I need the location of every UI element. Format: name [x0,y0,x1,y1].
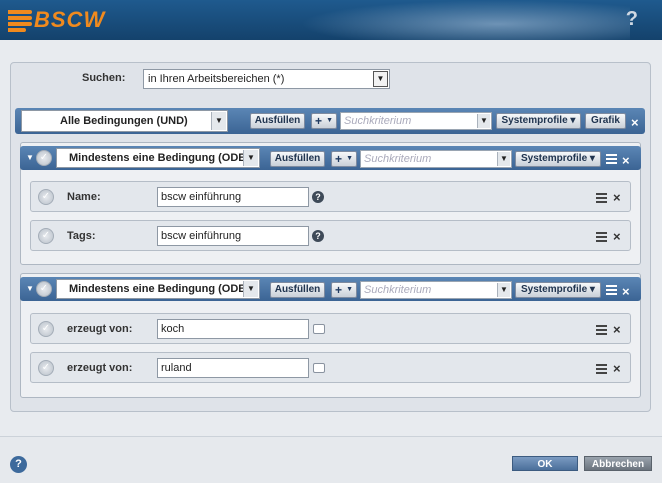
chevron-down-icon[interactable]: ▼ [211,112,226,130]
check-icon[interactable]: ✓ [38,228,54,244]
collapse-icon[interactable]: ▼ [26,284,34,293]
main-condition-value: Alle Bedingungen (UND) [60,115,188,127]
help-icon[interactable]: ? [626,8,638,31]
criterion-label: erzeugt von: [67,323,133,335]
fill-button[interactable]: Ausfüllen [250,113,305,129]
search-scope-label: Suchen: [82,72,126,84]
criterion-select[interactable]: Suchkriterium ▼ [360,150,512,168]
criterion-select[interactable]: Suchkriterium ▼ [360,281,512,299]
menu-icon[interactable] [596,232,607,242]
menu-icon[interactable] [596,364,607,374]
criterion-value-field[interactable]: koch [157,319,309,339]
close-icon[interactable]: × [622,285,630,298]
fill-button[interactable]: Ausfüllen [270,282,325,298]
criterion-placeholder: Suchkriterium [364,284,432,296]
criterion-label: erzeugt von: [67,362,133,374]
add-criterion-button[interactable]: + ▼ [331,282,357,298]
criterion-placeholder: Suchkriterium [344,115,412,127]
system-profiles-button[interactable]: Systemprofile ▾ [515,151,601,167]
graphic-button[interactable]: Grafik [585,113,626,129]
comment-icon[interactable] [313,324,325,334]
check-icon[interactable]: ✓ [38,360,54,376]
criterion-placeholder: Suchkriterium [364,153,432,165]
logo-mark-icon [8,9,32,32]
bscw-logo: BSCW [8,7,106,32]
close-icon[interactable]: × [613,230,621,243]
logo-text: BSCW [34,7,106,32]
system-profiles-label: Systemprofile [521,153,588,164]
menu-icon[interactable] [606,285,617,295]
search-scope-select[interactable]: in Ihren Arbeitsbereichen (*) ▼ [143,69,390,89]
add-criterion-button[interactable]: + ▼ [331,151,357,167]
criterion-row: ✓ Tags: bscw einführung ? × [30,220,631,251]
criterion-value-field[interactable]: bscw einführung [157,187,309,207]
close-icon[interactable]: × [613,362,621,375]
check-icon[interactable]: ✓ [38,321,54,337]
check-icon[interactable]: ✓ [36,281,52,297]
criterion-row: ✓ erzeugt von: ruland × [30,352,631,383]
system-profiles-button[interactable]: Systemprofile ▾ [496,113,581,129]
criterion-select[interactable]: Suchkriterium ▼ [340,112,492,130]
criterion-row: ✓ erzeugt von: koch × [30,313,631,344]
criterion-value-field[interactable]: ruland [157,358,309,378]
group-2-condition-value: Mindestens eine Bedingung (ODER) [69,283,258,295]
menu-icon[interactable] [596,325,607,335]
cancel-button[interactable]: Abbrechen [584,456,652,471]
chevron-down-icon[interactable]: ▼ [497,283,510,297]
globe-banner [300,0,630,40]
group-1-condition-value: Mindestens eine Bedingung (ODER) [69,152,258,164]
criterion-row: ✓ Name: bscw einführung ? × [30,181,631,212]
close-icon[interactable]: × [613,191,621,204]
close-icon[interactable]: × [613,323,621,336]
chevron-down-icon[interactable]: ▼ [477,114,490,128]
chevron-down-icon[interactable]: ▼ [497,152,510,166]
check-icon[interactable]: ✓ [36,150,52,166]
ok-button[interactable]: OK [512,456,578,471]
comment-icon[interactable] [313,363,325,373]
add-criterion-button[interactable]: + ▼ [311,113,337,129]
close-icon[interactable]: × [631,116,639,129]
criterion-value-field[interactable]: bscw einführung [157,226,309,246]
search-scope-value: in Ihren Arbeitsbereichen (*) [148,73,285,85]
chevron-down-icon[interactable]: ▼ [243,281,258,297]
fill-button[interactable]: Ausfüllen [270,151,325,167]
system-profiles-label: Systemprofile [501,115,568,126]
system-profiles-label: Systemprofile [521,284,588,295]
menu-icon[interactable] [596,193,607,203]
collapse-icon[interactable]: ▼ [26,153,34,162]
system-profiles-button[interactable]: Systemprofile ▾ [515,282,601,298]
menu-icon[interactable] [606,154,617,164]
close-icon[interactable]: × [622,154,630,167]
chevron-down-icon[interactable]: ▼ [243,150,258,166]
main-condition-select[interactable]: Alle Bedingungen (UND) ▼ [21,110,228,132]
chevron-down-icon[interactable]: ▼ [373,71,388,87]
group-1-condition-select[interactable]: Mindestens eine Bedingung (ODER) ▼ [56,148,260,168]
help-icon[interactable]: ? [10,456,27,473]
group-2-condition-select[interactable]: Mindestens eine Bedingung (ODER) ▼ [56,279,260,299]
help-icon[interactable]: ? [312,191,324,203]
app-header: BSCW ? [0,0,662,40]
check-icon[interactable]: ✓ [38,189,54,205]
help-icon[interactable]: ? [312,230,324,242]
criterion-label: Tags: [67,230,96,242]
criterion-label: Name: [67,191,101,203]
